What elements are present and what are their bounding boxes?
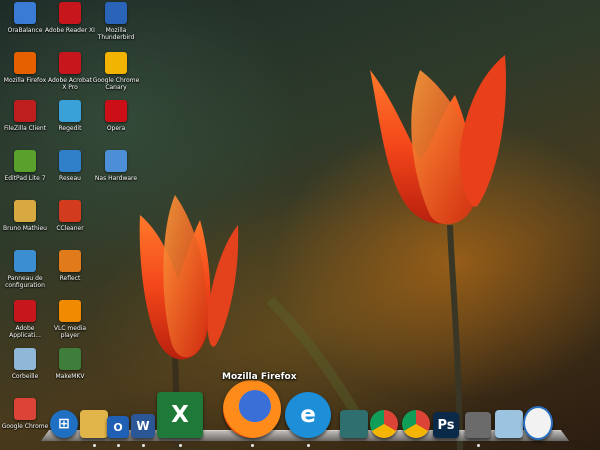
desktop-icon-label: OraBalance xyxy=(7,27,43,34)
desktop-icon-label: EditPad Lite 7 xyxy=(4,175,46,182)
firefox-icon xyxy=(14,52,36,74)
dock-item-excel-icon[interactable]: X xyxy=(157,392,203,438)
windows-start-icon: ⊞ xyxy=(50,410,78,438)
dock-running-indicator xyxy=(307,444,310,447)
desktop-icon-label: Mozilla Thunderbird xyxy=(97,27,135,41)
desktop-icon-adobe-applicati[interactable]: Adobe Applicati... xyxy=(0,300,50,346)
regedit-icon xyxy=(59,100,81,122)
user-folder-icon xyxy=(14,200,36,222)
desktop-icon-nas-hardware[interactable]: Nas Hardware xyxy=(91,150,141,196)
desktop-icon-label: Bruno Mathieu xyxy=(3,225,47,232)
photoshop-icon: Ps xyxy=(433,412,459,438)
desktop-icon-ccleaner[interactable]: CCleaner xyxy=(45,200,95,246)
desktop-icon-google-chrome-canary[interactable]: Google Chrome Canary xyxy=(91,52,141,98)
desktop-icon-label: Panneau de configuration xyxy=(5,275,45,289)
settings-icon xyxy=(465,412,491,438)
chrome-icon xyxy=(370,410,398,438)
dock-item-internet-explorer-icon[interactable]: e xyxy=(285,392,331,438)
ccleaner-icon xyxy=(59,200,81,222)
dock-item-settings-icon[interactable] xyxy=(465,412,491,438)
folder-icon xyxy=(80,410,108,438)
opera-icon xyxy=(105,100,127,122)
chrome-canary-icon xyxy=(105,52,127,74)
desktop-icon-editpad-lite-7[interactable]: EditPad Lite 7 xyxy=(0,150,50,196)
desktop-icon-reflect[interactable]: Reflect xyxy=(45,250,95,296)
adobe-reader-icon xyxy=(59,2,81,24)
dock-item-windows-start-icon[interactable]: ⊞ xyxy=(50,410,78,438)
dock-item-chrome-icon[interactable] xyxy=(370,410,398,438)
network-connections-icon xyxy=(340,410,368,438)
adobe-icon xyxy=(14,300,36,322)
desktop-icon-adobe-reader-xi[interactable]: Adobe Reader XI xyxy=(45,2,95,48)
recycle-bin-icon xyxy=(14,348,36,370)
dock-item-folder-icon[interactable] xyxy=(80,410,108,438)
firefox-icon xyxy=(223,380,281,438)
thunderbird-icon xyxy=(105,2,127,24)
desktop-icon-label: Adobe Reader XI xyxy=(45,27,95,34)
dock-running-indicator xyxy=(117,444,120,447)
desktop-icon-label: Google Chrome Canary xyxy=(92,77,140,91)
tulip-right xyxy=(370,55,506,225)
desktop-icon-adobe-acrobat-x-pro[interactable]: Adobe Acrobat X Pro xyxy=(45,52,95,98)
internet-explorer-icon: e xyxy=(285,392,331,438)
desktop-icon-label: Regedit xyxy=(58,125,82,132)
dock-running-indicator xyxy=(477,444,480,447)
outlook-icon: O xyxy=(107,416,129,438)
control-panel-icon xyxy=(14,250,36,272)
desktop-icon-label: Reflect xyxy=(59,275,81,282)
desktop-icon-label: Mozilla Firefox xyxy=(3,77,47,84)
desktop-icon-mozilla-firefox[interactable]: Mozilla Firefox xyxy=(0,52,50,98)
dock-running-indicator xyxy=(142,444,145,447)
desktop-icon-label: Reseau xyxy=(59,175,81,182)
word-icon: W xyxy=(131,414,155,438)
dock-running-indicator xyxy=(93,444,96,447)
desktop-icon-regedit[interactable]: Regedit xyxy=(45,100,95,146)
desktop-icon-label: CCleaner xyxy=(56,225,84,232)
reflect-icon xyxy=(59,250,81,272)
tulip-left xyxy=(139,195,239,360)
dock-running-indicator xyxy=(179,444,182,447)
network-icon xyxy=(59,150,81,172)
dock-item-recycle-bin-icon[interactable] xyxy=(495,410,523,438)
desktop-icon-panneau-de-configuration[interactable]: Panneau de configuration xyxy=(0,250,50,296)
desktop-icon-label: FileZilla Client xyxy=(3,125,47,132)
desktop-icon-bruno-mathieu[interactable]: Bruno Mathieu xyxy=(0,200,50,246)
computer-icon xyxy=(105,150,127,172)
dock: ⊞ O W Xe Ps xyxy=(40,378,570,448)
excel-icon: X xyxy=(157,392,203,438)
dock-item-photoshop-icon[interactable]: Ps xyxy=(433,412,459,438)
desktop-icon-label: VLC media player xyxy=(53,325,87,339)
desktop-icon-corbeille[interactable]: Corbeille xyxy=(0,348,50,394)
desktop-icon-label: Adobe Applicati... xyxy=(9,325,41,339)
desktop-icon-mozilla-thunderbird[interactable]: Mozilla Thunderbird xyxy=(91,2,141,48)
dock-item-word-icon[interactable]: W xyxy=(131,414,155,438)
editpad-icon xyxy=(14,150,36,172)
desktop-icon-reseau[interactable]: Reseau xyxy=(45,150,95,196)
dock-item-clock-icon[interactable] xyxy=(523,406,553,440)
chrome-icon xyxy=(14,398,36,420)
dock-item-outlook-icon[interactable]: O xyxy=(107,416,129,438)
dock-running-indicator xyxy=(251,444,254,447)
desktop-icon-opera[interactable]: Opera xyxy=(91,100,141,146)
chrome-icon xyxy=(402,410,430,438)
desktop-icon-vlc-media-player[interactable]: VLC media player xyxy=(45,300,95,346)
clock-icon xyxy=(523,406,553,440)
dock-item-network-connections-icon[interactable] xyxy=(340,410,368,438)
desktop-icon-orabalance[interactable]: OraBalance xyxy=(0,2,50,48)
desktop-icon-filezilla-client[interactable]: FileZilla Client xyxy=(0,100,50,146)
filezilla-icon xyxy=(14,100,36,122)
acrobat-icon xyxy=(59,52,81,74)
desktop-icon-label: Corbeille xyxy=(11,373,39,380)
monitor-icon xyxy=(14,2,36,24)
makemkv-icon xyxy=(59,348,81,370)
desktop-icon-label: Adobe Acrobat X Pro xyxy=(47,77,93,91)
vlc-icon xyxy=(59,300,81,322)
dock-item-chrome-icon[interactable] xyxy=(402,410,430,438)
desktop-icon-label: Nas Hardware xyxy=(94,175,138,182)
recycle-bin-icon xyxy=(495,410,523,438)
dock-item-firefox-icon[interactable] xyxy=(223,380,281,438)
dock-tooltip: Mozilla Firefox xyxy=(222,372,297,382)
desktop-icon-label: Opera xyxy=(106,125,126,132)
desktop-icon-label: Google Chrome xyxy=(1,423,49,430)
